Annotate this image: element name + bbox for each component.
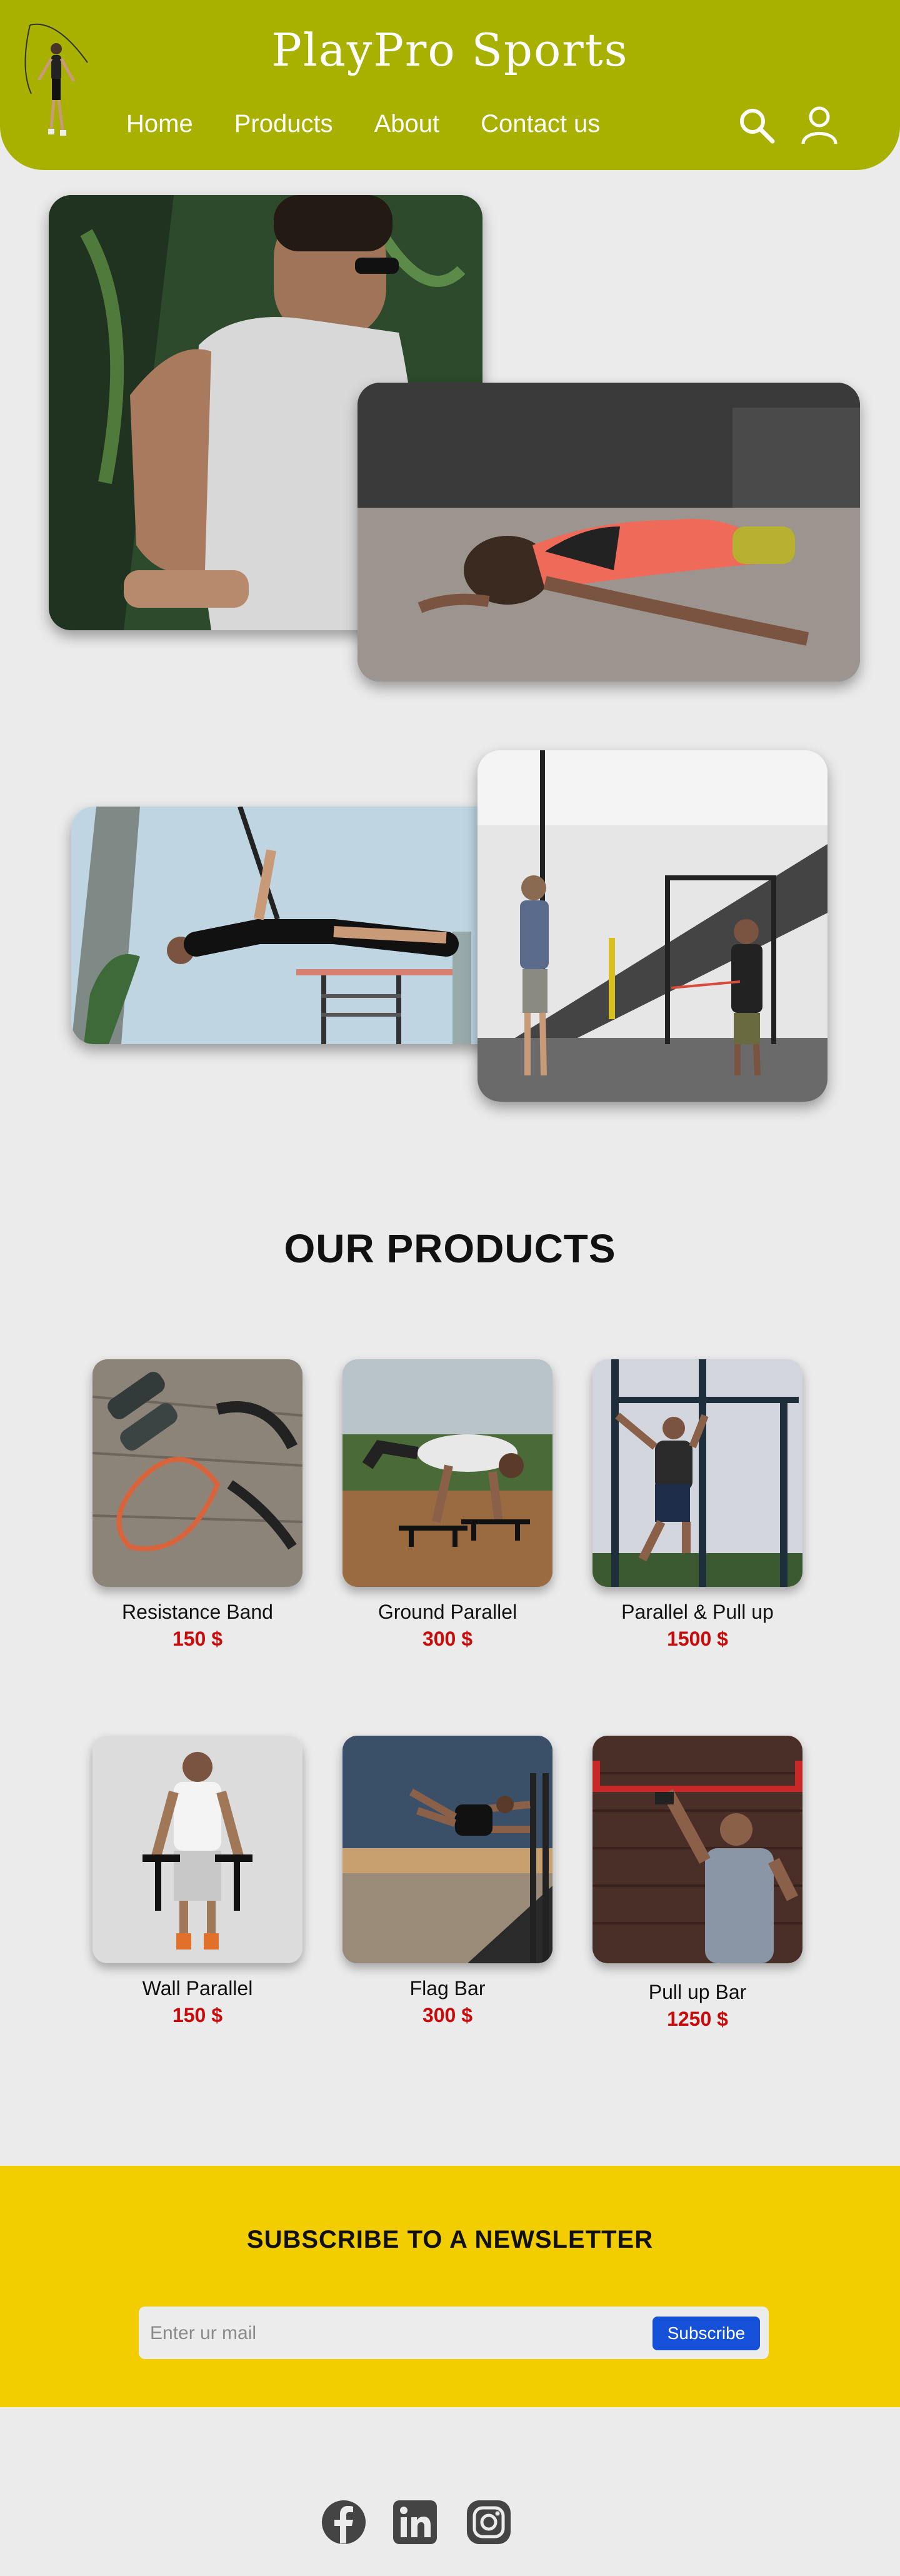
product-name: Ground Parallel xyxy=(378,1601,518,1623)
product-price: 1250 $ xyxy=(667,2008,728,2030)
nav-products[interactable]: Products xyxy=(234,110,333,138)
newsletter-form: Subscribe xyxy=(139,2307,769,2359)
man-bar-flag-photo xyxy=(71,807,506,1044)
product-price: 1500 $ xyxy=(667,1628,728,1650)
product-image[interactable] xyxy=(92,1359,302,1587)
product-name: Resistance Band xyxy=(122,1601,273,1623)
product-price: 300 $ xyxy=(422,1628,473,1650)
product-image[interactable] xyxy=(592,1359,802,1587)
trainer-gym-photo xyxy=(478,750,828,1102)
product-image[interactable] xyxy=(342,1736,552,1963)
product-name: Pull up Bar xyxy=(648,1981,747,2003)
main-nav: Home Products About Contact us xyxy=(126,110,600,138)
product-card-resistance-band[interactable]: Resistance Band 150 $ xyxy=(92,1359,302,1651)
product-card-flag-bar[interactable]: Flag Bar 300 $ xyxy=(342,1736,552,2027)
man-stretching-photo xyxy=(358,383,860,682)
facebook-icon[interactable] xyxy=(321,2500,366,2547)
product-card-pull-up-bar[interactable]: Pull up Bar 1250 $ xyxy=(592,1736,802,2031)
product-price: 300 $ xyxy=(422,2004,473,2026)
product-image[interactable] xyxy=(92,1736,302,1963)
product-image[interactable] xyxy=(592,1736,802,1963)
product-name: Parallel & Pull up xyxy=(621,1601,774,1623)
product-card-ground-parallel[interactable]: Ground Parallel 300 $ xyxy=(342,1359,552,1651)
product-image[interactable] xyxy=(342,1359,552,1587)
product-name: Wall Parallel xyxy=(142,1977,253,2000)
email-input[interactable] xyxy=(149,2315,626,2352)
newsletter-section: SUBSCRIBE TO A NEWSLETTER Subscribe xyxy=(0,2166,900,2407)
product-card-parallel-pull-up[interactable]: Parallel & Pull up 1500 $ xyxy=(592,1359,802,1651)
nav-home[interactable]: Home xyxy=(126,110,193,138)
brand-name: PlayPro Sports xyxy=(271,24,629,76)
search-icon[interactable] xyxy=(738,106,776,148)
site-header: PlayPro Sports Home Products About Conta… xyxy=(0,0,900,170)
products-section-title: OUR PRODUCTS xyxy=(284,1226,616,1271)
user-icon[interactable] xyxy=(800,105,839,148)
nav-contact[interactable]: Contact us xyxy=(481,110,600,138)
subscribe-button[interactable]: Subscribe xyxy=(652,2317,760,2350)
linkedin-icon[interactable] xyxy=(392,2500,438,2547)
product-card-wall-parallel[interactable]: Wall Parallel 150 $ xyxy=(92,1736,302,2027)
product-name: Flag Bar xyxy=(409,1977,486,2000)
product-price: 150 $ xyxy=(172,1628,223,1650)
nav-about[interactable]: About xyxy=(374,110,440,138)
instagram-icon[interactable] xyxy=(466,2500,511,2547)
product-price: 150 $ xyxy=(172,2004,223,2026)
newsletter-title: SUBSCRIBE TO A NEWSLETTER xyxy=(246,2226,654,2253)
